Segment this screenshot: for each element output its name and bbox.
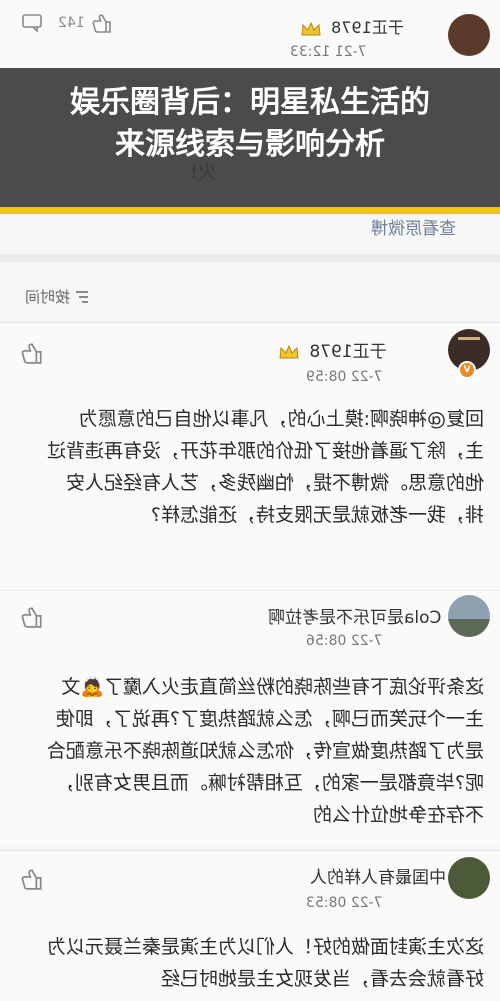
avatar[interactable] xyxy=(448,595,490,637)
top-like-count: 142 xyxy=(58,15,85,31)
comment-text: 这条评论底下有些陈晓的粉丝简直走火入魔了🙇文主一个玩笑而已啊，怎么就踏热度了?再… xyxy=(46,676,484,826)
thumbs-up-icon xyxy=(21,343,42,364)
banner-title-line-2: 来源线索与影响分析 xyxy=(115,127,385,162)
comment-card: V 于正1978 7-22 08:59 回复@神晓啊:摸上心的，凡事以他自己的意… xyxy=(0,322,500,585)
section-divider xyxy=(0,254,500,262)
top-like-button[interactable] xyxy=(22,14,42,32)
comment-username[interactable]: Cola是可乐不是考拉啊 xyxy=(268,603,441,628)
view-original-weibo-link[interactable]: 查看原微博 xyxy=(371,214,456,239)
like-button[interactable] xyxy=(20,341,44,365)
sort-label: 按时间 xyxy=(24,288,70,306)
crown-icon xyxy=(301,21,321,35)
comment-text: 回复@神晓啊:摸上心的，凡事以他自己的意愿为主，除了逼着他接了低价的那年花开，没… xyxy=(46,408,484,526)
comment-username[interactable]: 于正1978 xyxy=(278,337,387,362)
top-like-count-button[interactable]: 142 xyxy=(58,12,113,34)
thumbs-up-icon xyxy=(92,14,111,33)
top-username[interactable]: 于正1978 xyxy=(300,14,404,38)
sort-by-time-button[interactable]: 按时间 xyxy=(25,286,90,307)
comment-time: 7-22 08:56 xyxy=(306,633,383,649)
title-banner: 娱乐圈背后：明星私生活的 来源线索与影响分析 xyxy=(0,68,500,214)
comment-icon xyxy=(22,14,42,32)
comment-username[interactable]: 中国最有人样的人 xyxy=(310,863,446,888)
like-button[interactable] xyxy=(20,605,44,629)
like-button[interactable] xyxy=(20,867,44,891)
comment-card: Cola是可乐不是考拉啊 7-22 08:56 这条评论底下有些陈晓的粉丝简直走… xyxy=(0,590,500,845)
comment-text: 这次主演封面做的好！人们以为主演是秦兰聂元以为好看就会去看，当发现女主是她时已经 xyxy=(46,936,484,990)
thumbs-up-icon xyxy=(21,869,42,890)
v-badge-icon: V xyxy=(458,361,476,379)
top-avatar[interactable] xyxy=(448,14,490,56)
banner-title-line-1: 娱乐圈背后：明星私生活的 xyxy=(70,85,430,120)
comment-card: 中国最有人样的人 7-22 08:53 这次主演封面做的好！人们以为主演是秦兰聂… xyxy=(0,850,500,1001)
top-time: 7-21 12:33 xyxy=(290,44,367,60)
thumbs-up-icon xyxy=(21,607,42,628)
comment-time: 7-22 08:59 xyxy=(306,369,383,385)
banner-accent-bar xyxy=(0,207,500,214)
avatar[interactable] xyxy=(448,857,490,899)
crown-icon xyxy=(279,344,299,359)
sort-icon xyxy=(76,290,88,303)
comment-time: 7-22 08:53 xyxy=(306,895,383,911)
